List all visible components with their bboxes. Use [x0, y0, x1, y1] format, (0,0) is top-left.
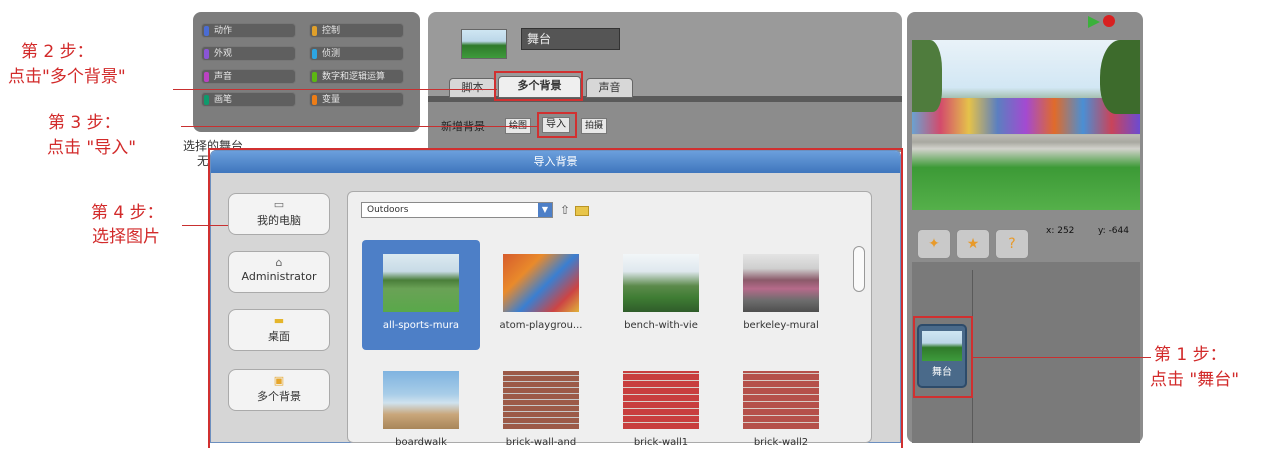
category-pen-button[interactable]: 画笔 — [201, 92, 296, 107]
step2-title: 第 2 步： — [21, 42, 94, 62]
category-looks-button[interactable]: 外观 — [201, 46, 296, 61]
step1-line — [973, 357, 1151, 358]
category-label: 变量 — [322, 95, 341, 105]
step3-title: 第 3 步： — [48, 113, 121, 133]
category-label: 侦测 — [322, 49, 341, 59]
tree-left — [912, 40, 942, 112]
costume-area — [428, 102, 902, 152]
step4-line — [182, 225, 228, 226]
category-color-swatch — [312, 26, 317, 36]
step2-action: 点击"多个背景" — [8, 67, 126, 87]
category-color-swatch — [204, 26, 209, 36]
highlight-costumes-tab — [494, 71, 583, 101]
tab-scripts[interactable]: 脚本 — [449, 78, 496, 98]
category-color-swatch — [312, 95, 317, 105]
choose-sprite-icon[interactable]: ★ — [956, 229, 990, 259]
tree-right — [1100, 40, 1140, 114]
category-sensing-button[interactable]: 侦测 — [309, 46, 404, 61]
step3-action: 点击 "导入" — [47, 138, 137, 158]
category-color-swatch — [312, 49, 317, 59]
y-readout: y: -644 — [1098, 226, 1129, 236]
category-label: 数字和逻辑运算 — [322, 72, 386, 82]
category-color-swatch — [312, 72, 317, 82]
category-motion-button[interactable]: 动作 — [201, 23, 296, 38]
category-label: 动作 — [214, 26, 233, 36]
random-sprite-icon[interactable]: ? — [995, 229, 1029, 259]
green-flag-icon[interactable] — [1088, 16, 1100, 28]
category-color-swatch — [204, 72, 209, 82]
category-label: 外观 — [214, 49, 233, 59]
stage-name-field[interactable]: 舞台 — [521, 28, 620, 50]
step1-title: 第 1 步： — [1154, 345, 1227, 365]
category-label: 声音 — [214, 72, 233, 82]
stage-thumbnail[interactable] — [461, 29, 507, 59]
category-color-swatch — [204, 95, 209, 105]
category-label: 画笔 — [214, 95, 233, 105]
highlight-stage-sprite — [913, 316, 973, 398]
category-control-button[interactable]: 控制 — [309, 23, 404, 38]
x-readout: x: 252 — [1046, 226, 1075, 236]
paint-sprite-icon[interactable]: ✦ — [917, 229, 951, 259]
step2-line — [173, 89, 497, 90]
tab-sounds[interactable]: 声音 — [586, 78, 633, 98]
stage-canvas — [912, 40, 1140, 210]
highlight-import-button — [537, 112, 577, 138]
stop-icon[interactable] — [1103, 15, 1115, 27]
category-sound-button[interactable]: 声音 — [201, 69, 296, 84]
category-operators-button[interactable]: 数字和逻辑运算 — [309, 69, 404, 84]
step3-line — [181, 126, 538, 127]
category-variables-button[interactable]: 变量 — [309, 92, 404, 107]
step4-title: 第 4 步： — [91, 203, 164, 223]
camera-button[interactable]: 拍摄 — [581, 118, 608, 134]
category-color-swatch — [204, 49, 209, 59]
step4-action: 选择图片 — [92, 227, 160, 247]
highlight-dialog — [208, 148, 903, 448]
category-label: 控制 — [322, 26, 341, 36]
step1-action: 点击 "舞台" — [1150, 370, 1240, 390]
